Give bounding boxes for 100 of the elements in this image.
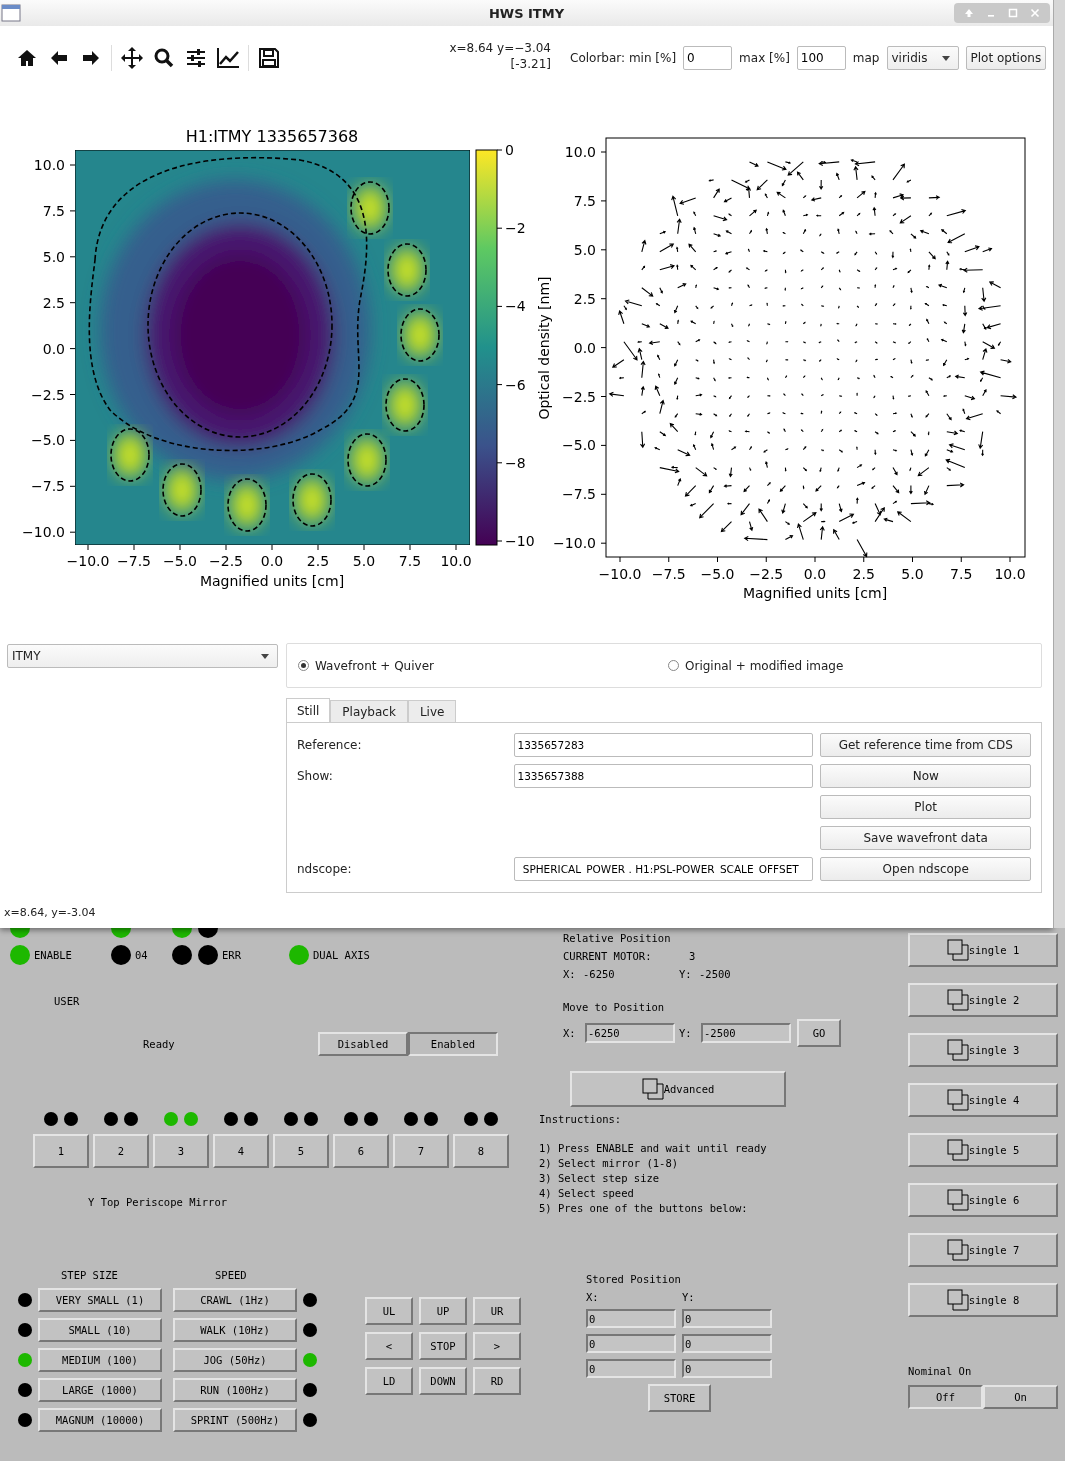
optic-dropdown[interactable]: ITMY	[7, 644, 278, 668]
x-value: -6250	[583, 968, 616, 980]
x-field[interactable]: 0	[586, 1359, 676, 1378]
text-field[interactable]: 1335657388	[514, 764, 814, 788]
jog-button[interactable]: LD	[365, 1367, 413, 1395]
x-field[interactable]: 0	[586, 1309, 676, 1328]
y-field[interactable]: 0	[682, 1309, 772, 1328]
jog-button[interactable]: DOWN	[419, 1367, 467, 1395]
view-mode-radio[interactable]: Original + modified image	[668, 658, 1041, 673]
jog-button[interactable]: <	[365, 1332, 413, 1360]
jog-button[interactable]: UL	[365, 1297, 413, 1325]
text-field[interactable]: _SPHERICAL_POWER . H1:PSL-POWER_SCALE_OFFSET	[514, 857, 814, 881]
hot-spot	[231, 483, 263, 527]
single-button[interactable]: single 2	[908, 983, 1058, 1017]
field-label: ndscope:	[297, 862, 352, 876]
mirror-button[interactable]: 2	[93, 1134, 149, 1168]
tick-label: −4	[505, 298, 526, 315]
tick-label: −7.5	[117, 553, 151, 569]
mirror-button[interactable]: 8	[453, 1134, 509, 1168]
x-label: X:	[563, 968, 577, 980]
plot-options-button[interactable]: Plot options	[965, 46, 1047, 70]
y-label: Y:	[679, 968, 693, 980]
single-button[interactable]: single 8	[908, 1283, 1058, 1317]
store-button[interactable]: STORE	[648, 1384, 711, 1412]
view-mode-radio[interactable]: Wavefront + Quiver	[298, 658, 668, 673]
mirror-button[interactable]: 3	[153, 1134, 209, 1168]
single-button[interactable]: single 5	[908, 1133, 1058, 1167]
action-button[interactable]: Plot	[820, 795, 1031, 819]
mirror-button[interactable]: 5	[273, 1134, 329, 1168]
toggle-button[interactable]: Off	[908, 1385, 983, 1409]
status-text: x=8.64, y=-3.04	[4, 905, 96, 919]
mirror-button[interactable]: 7	[393, 1134, 449, 1168]
tick-label: 5.0	[352, 553, 376, 569]
x-field[interactable]: -6250	[585, 1023, 675, 1043]
toggle-button[interactable]: On	[983, 1385, 1058, 1409]
jog-button[interactable]: UP	[419, 1297, 467, 1325]
hot-spot	[354, 186, 386, 230]
tick-label: −5.0	[163, 553, 197, 569]
single-button[interactable]: single 6	[908, 1183, 1058, 1217]
tick-label: 5.0	[42, 248, 65, 265]
tick-label: 7.5	[573, 192, 596, 209]
advanced-button[interactable]: Advanced	[570, 1071, 786, 1107]
window-icon	[1, 4, 21, 22]
y-value: -2500	[699, 968, 731, 980]
hot-spot	[389, 383, 421, 427]
tick-label: −2.5	[31, 386, 65, 403]
windows-icon	[946, 1139, 969, 1161]
field-label: Show:	[297, 769, 333, 783]
tab[interactable]: Live	[407, 700, 457, 722]
action-button[interactable]: Get reference time from CDS	[820, 733, 1031, 757]
go-button[interactable]: GO	[797, 1019, 841, 1047]
step-size-button[interactable]: MEDIUM (100)	[38, 1348, 162, 1372]
tab[interactable]: Still	[286, 698, 331, 722]
tick-label: −6	[505, 376, 526, 393]
colorbar-max-field[interactable]: 100	[796, 46, 846, 70]
jog-button[interactable]: STOP	[419, 1332, 467, 1360]
step-size-button[interactable]: SMALL (10)	[38, 1318, 162, 1342]
tick-label: −5.0	[700, 566, 735, 582]
step-size-button[interactable]: LARGE (1000)	[38, 1378, 162, 1402]
instruction-step: 2) Select mirror (1-8)	[539, 1156, 767, 1171]
speed-button[interactable]: JOG (50Hz)	[173, 1348, 297, 1372]
speed-button[interactable]: CRAWL (1Hz)	[173, 1288, 297, 1312]
single-button[interactable]: single 4	[908, 1083, 1058, 1117]
tick-label: −7.5	[651, 566, 686, 582]
speed-button[interactable]: WALK (10Hz)	[173, 1318, 297, 1342]
mirror-button[interactable]: 1	[33, 1134, 89, 1168]
tick-label: 0.0	[260, 553, 284, 569]
mirror-button[interactable]: 6	[333, 1134, 389, 1168]
y-field[interactable]: -2500	[701, 1023, 791, 1043]
jog-button[interactable]: RD	[473, 1367, 521, 1395]
colormap-dropdown[interactable]: viridis	[886, 46, 959, 70]
section-title: Nominal On	[908, 1365, 973, 1377]
single-button[interactable]: single 1	[908, 933, 1058, 967]
hot-spot	[351, 438, 383, 482]
jog-button[interactable]: >	[473, 1332, 521, 1360]
tab[interactable]: Playback	[330, 700, 408, 722]
text-field[interactable]: 1335657283	[514, 733, 814, 757]
action-button[interactable]: Now	[820, 764, 1031, 788]
tick-label: −2.5	[209, 553, 243, 569]
action-button[interactable]: Save wavefront data	[820, 826, 1031, 850]
toggle-button[interactable]: Enabled	[408, 1032, 498, 1056]
action-button[interactable]: Open ndscope	[820, 857, 1031, 881]
single-button[interactable]: single 3	[908, 1033, 1058, 1067]
step-size-button[interactable]: VERY SMALL (1)	[38, 1288, 162, 1312]
tick-label: −7.5	[562, 486, 596, 503]
x-field[interactable]: 0	[586, 1334, 676, 1353]
instructions-title: Instructions:	[539, 1113, 622, 1125]
toggle-button[interactable]: Disabled	[318, 1032, 408, 1056]
step-size-button[interactable]: MAGNUM (10000)	[38, 1408, 162, 1432]
colorbar-min-field[interactable]: 0	[683, 46, 733, 70]
colorbar-min-label: Colorbar: min [%]	[570, 51, 677, 65]
speed-button[interactable]: RUN (100Hz)	[173, 1378, 297, 1402]
y-field[interactable]: 0	[682, 1359, 772, 1378]
speed-button[interactable]: SPRINT (500Hz)	[173, 1408, 297, 1432]
y-field[interactable]: 0	[682, 1334, 772, 1353]
section-title: Relative Position	[563, 932, 671, 944]
jog-button[interactable]: UR	[473, 1297, 521, 1325]
single-button[interactable]: single 7	[908, 1233, 1058, 1267]
plot-title: H1:ITMY 1335657368	[185, 127, 359, 146]
mirror-button[interactable]: 4	[213, 1134, 269, 1168]
